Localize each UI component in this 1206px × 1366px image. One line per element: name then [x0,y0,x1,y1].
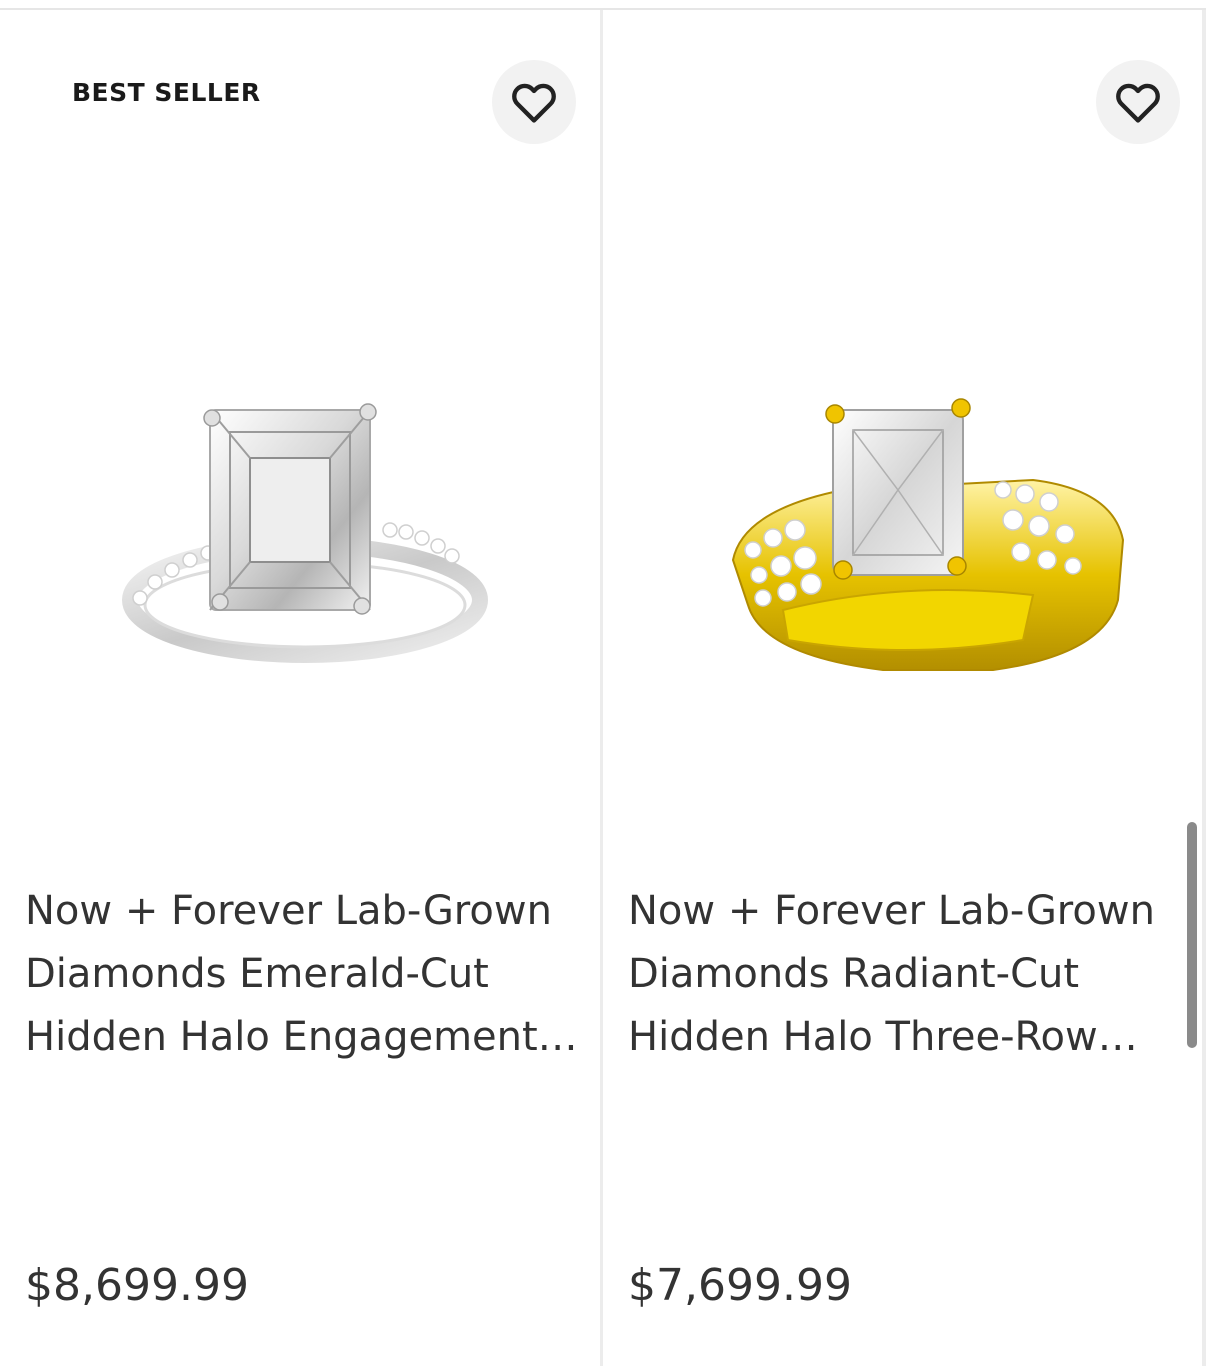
scrollbar-thumb[interactable] [1187,822,1197,1048]
product-title-line: Diamonds Emerald-Cut [25,951,489,997]
product-image-radiant-ring[interactable] [703,370,1143,700]
product-price: $7,699.99 [628,1260,852,1311]
product-title-line: Hidden Halo Three-Row… [628,1014,1138,1060]
product-title-line: Now + Forever Lab-Grown [25,888,552,934]
best-seller-badge: BEST SELLER [72,78,261,107]
product-price: $8,699.99 [25,1260,249,1311]
product-title-line: Now + Forever Lab-Grown [628,888,1155,934]
product-title-line: Diamonds Radiant-Cut [628,951,1080,997]
heart-outline-icon [512,83,556,123]
grid-right-edge [1202,10,1206,1366]
product-card[interactable]: Now + Forever Lab-Grown Diamonds Radiant… [603,10,1201,1366]
favorite-button[interactable] [492,60,576,144]
product-title-line: Hidden Halo Engagement… [25,1014,578,1060]
product-grid: BEST SELLER Now + Forever Lab-Grown Diam… [0,10,1206,1366]
product-title[interactable]: Now + Forever Lab-Grown Diamonds Radiant… [628,880,1168,1069]
product-title[interactable]: Now + Forever Lab-Grown Diamonds Emerald… [25,880,578,1069]
heart-outline-icon [1116,83,1160,123]
product-image-emerald-ring[interactable] [100,370,540,700]
favorite-button[interactable] [1096,60,1180,144]
product-card[interactable]: BEST SELLER Now + Forever Lab-Grown Diam… [0,10,598,1366]
